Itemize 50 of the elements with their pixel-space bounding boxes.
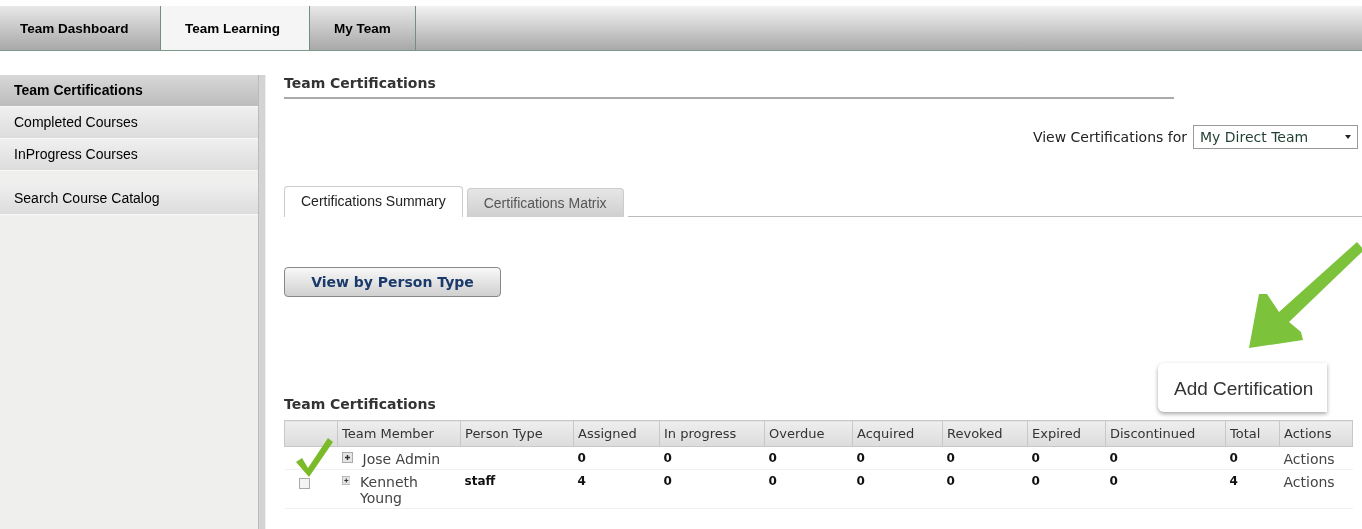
view-by-person-type-button[interactable]: View by Person Type (284, 267, 501, 297)
table-cell: 0 (663, 451, 672, 465)
caret-icon (1345, 135, 1351, 139)
table-cell: 0 (856, 474, 865, 488)
table-cell: 0 (768, 474, 777, 488)
team-dropdown[interactable]: My Direct Team (1193, 125, 1358, 149)
nav-tab[interactable]: Team Dashboard (0, 6, 161, 50)
member-name: Kenneth Young (360, 474, 419, 506)
tab[interactable]: Certifications Matrix (466, 188, 624, 217)
expand-icon[interactable] (341, 452, 353, 463)
expand-icon[interactable] (341, 475, 351, 486)
table-cell: 0 (577, 451, 586, 465)
column-header[interactable]: In progress (659, 420, 765, 447)
column-header[interactable]: Actions (1279, 420, 1353, 447)
table-cell: 0 (946, 451, 955, 465)
table-cell: 0 (1031, 451, 1040, 465)
filter-label: View Certifications for (1032, 129, 1187, 145)
column-header[interactable]: Expired (1027, 420, 1106, 447)
table-cell: 4 (577, 474, 586, 488)
table-cell: 0 (856, 451, 865, 465)
nav-tab[interactable]: Team Learning (161, 6, 310, 50)
table-cell: 0 (1109, 474, 1118, 488)
nav-tab[interactable]: My Team (310, 6, 416, 50)
table-cell: 0 (1109, 451, 1118, 465)
check-mark-icon (294, 436, 334, 478)
table-title: Team Certifications (284, 396, 437, 412)
column-header[interactable]: Overdue (764, 420, 853, 447)
column-header[interactable]: Total (1225, 420, 1280, 447)
actions-link[interactable]: Actions (1283, 474, 1335, 490)
table-cell: 0 (1031, 474, 1040, 488)
page-title: Team Certifications (284, 75, 1174, 99)
column-header[interactable]: Revoked (942, 420, 1028, 447)
column-header[interactable]: Team Member (337, 420, 461, 447)
header-cell (284, 420, 338, 447)
tab[interactable]: Certifications Summary (284, 186, 463, 217)
table-cell: 0 (768, 451, 777, 465)
member-name: Jose Admin (362, 451, 441, 467)
table-cell: 0 (1229, 451, 1238, 465)
sidebar-item[interactable]: Team Certifications (0, 75, 258, 107)
add-certification-callout[interactable]: Add Certification (1158, 363, 1328, 412)
table-cell: 0 (946, 474, 955, 488)
column-header[interactable]: Person Type (460, 420, 574, 447)
actions-link[interactable]: Actions (1283, 451, 1335, 467)
column-header[interactable]: Acquired (852, 420, 943, 447)
row-checkbox[interactable] (298, 478, 310, 489)
column-header[interactable]: Discontinued (1105, 420, 1226, 447)
column-header[interactable]: Assigned (573, 420, 660, 447)
table-cell: 0 (663, 474, 672, 488)
table-cell: staff (464, 474, 496, 488)
table-cell: 4 (1229, 474, 1238, 488)
